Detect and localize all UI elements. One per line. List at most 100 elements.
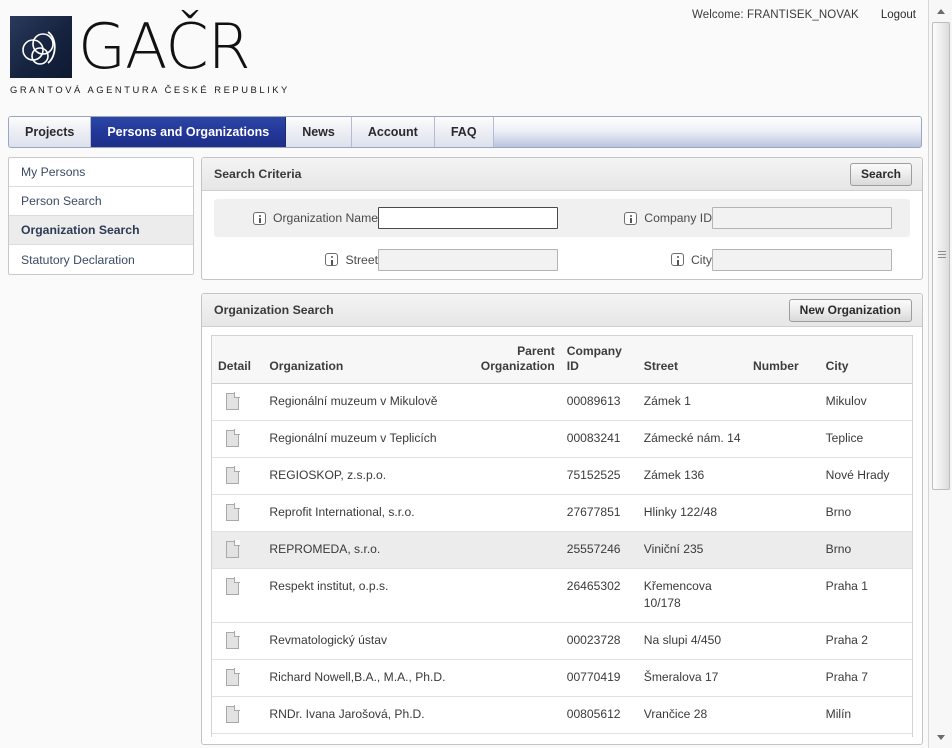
sidebar-item-organization-search[interactable]: Organization Search bbox=[9, 216, 193, 245]
cell-company-id: 00083241 bbox=[560, 420, 638, 458]
cell-organization: Regionální muzeum v Mikulově bbox=[263, 383, 466, 421]
page-root: Welcome: FRANTISEK_NOVAK Logout GAČR GRA… bbox=[0, 0, 952, 748]
info-icon[interactable] bbox=[671, 253, 684, 266]
city-input[interactable] bbox=[712, 248, 892, 271]
cell-company-id: 00805612 bbox=[560, 696, 638, 734]
table-row[interactable]: RNDr. Ivana Jarošová, Ph.D. 00805612 Vranč… bbox=[212, 696, 912, 734]
cell-street: Zámek 136 bbox=[637, 457, 748, 495]
table-header-row: Detail Organization Parent Organization … bbox=[212, 336, 912, 384]
cell-company-id: 00023728 bbox=[560, 622, 638, 660]
cell-city: Praha 7 bbox=[819, 659, 912, 697]
cell-city: Milín bbox=[819, 696, 912, 734]
cell-number bbox=[747, 568, 820, 623]
column-header-city[interactable]: City bbox=[819, 336, 912, 384]
street-label: Street bbox=[345, 252, 378, 267]
organization-name-input[interactable] bbox=[378, 207, 558, 229]
grip-icon bbox=[938, 251, 946, 261]
document-icon[interactable] bbox=[226, 429, 240, 447]
table-row[interactable]: Respekt institut, o.p.s. 26465302 Křemenco… bbox=[212, 568, 912, 623]
cell-detail bbox=[212, 622, 264, 660]
field-organization-name: Organization Name bbox=[216, 207, 558, 229]
organization-results-table: Detail Organization Parent Organization … bbox=[212, 336, 912, 734]
scrollbar-thumb[interactable] bbox=[932, 22, 950, 490]
cell-parent-organization bbox=[465, 696, 561, 734]
tab-news[interactable]: News bbox=[286, 117, 352, 147]
document-icon[interactable] bbox=[226, 668, 240, 686]
cell-organization: Respekt institut, o.p.s. bbox=[263, 568, 466, 623]
cell-company-id: 75152525 bbox=[560, 457, 638, 495]
table-header: Detail Organization Parent Organization … bbox=[212, 336, 912, 384]
document-icon[interactable] bbox=[226, 503, 240, 521]
company-id-label: Company ID bbox=[644, 211, 712, 225]
results-table-container: Detail Organization Parent Organization … bbox=[211, 335, 913, 737]
column-header-company-id[interactable]: Company ID bbox=[560, 336, 638, 384]
table-row[interactable]: Reprofit International, s.r.o. 27677851 Hl… bbox=[212, 494, 912, 532]
scroll-down-button[interactable] bbox=[931, 728, 951, 746]
table-row[interactable]: Regionální muzeum v Teplicích 00083241 Zám… bbox=[212, 420, 912, 458]
page-scrollbar[interactable] bbox=[928, 0, 952, 748]
document-icon[interactable] bbox=[226, 392, 240, 410]
table-row[interactable]: REPROMEDA, s.r.o. 25557246 Viniční 235 Brno bbox=[212, 531, 912, 569]
column-header-number[interactable]: Number bbox=[747, 336, 820, 384]
column-header-parent-organization[interactable]: Parent Organization bbox=[465, 336, 561, 384]
cell-parent-organization bbox=[465, 622, 561, 660]
cell-street: Vrančice 28 bbox=[637, 696, 748, 734]
column-header-organization[interactable]: Organization bbox=[263, 336, 466, 384]
brand-logo: GAČR GRANTOVÁ AGENTURA ČESKÉ REPUBLIKY bbox=[10, 16, 290, 95]
search-criteria-panel: Search Criteria Search Organization Name… bbox=[201, 157, 923, 280]
cell-organization: REPROMEDA, s.r.o. bbox=[263, 531, 466, 569]
tab-faq[interactable]: FAQ bbox=[434, 117, 494, 147]
cell-city: Mikulov bbox=[819, 383, 912, 421]
table-row[interactable]: Revmatologický ústav 00023728 Na slupi 4/4… bbox=[212, 622, 912, 660]
cell-street: Křemencova 10/178 bbox=[637, 568, 748, 623]
cell-street: Viniční 235 bbox=[637, 531, 748, 569]
cell-organization: Richard Nowell,B.A., M.A., Ph.D. bbox=[263, 659, 466, 697]
tab-projects[interactable]: Projects bbox=[9, 117, 92, 147]
cell-city: Teplice bbox=[819, 420, 912, 458]
logout-link[interactable]: Logout bbox=[881, 9, 916, 21]
organization-search-header: Organization Search New Organization bbox=[202, 294, 922, 327]
search-criteria-title: Search Criteria bbox=[214, 167, 302, 181]
city-label-wrap: City bbox=[572, 253, 712, 267]
cell-number bbox=[747, 383, 820, 421]
table-row[interactable]: Richard Nowell,B.A., M.A., Ph.D. 00770419… bbox=[212, 659, 912, 697]
tab-persons-and-organizations[interactable]: Persons and Organizations bbox=[91, 117, 287, 147]
scroll-up-button[interactable] bbox=[931, 2, 951, 20]
wordmark: GAČR bbox=[78, 10, 251, 83]
info-icon[interactable] bbox=[325, 253, 339, 266]
table-row[interactable]: Regionální muzeum v Mikulově 00089613 Záme… bbox=[212, 383, 912, 421]
sidebar-item-person-search[interactable]: Person Search bbox=[9, 187, 193, 216]
document-icon[interactable] bbox=[226, 577, 240, 595]
cell-street: Zámek 1 bbox=[637, 383, 748, 421]
company-id-input[interactable] bbox=[712, 207, 892, 229]
cell-detail bbox=[212, 659, 264, 697]
document-icon[interactable] bbox=[226, 466, 240, 484]
info-icon[interactable] bbox=[624, 211, 638, 225]
document-icon[interactable] bbox=[226, 705, 240, 723]
sidebar-item-my-persons[interactable]: My Persons bbox=[9, 158, 193, 187]
cell-parent-organization bbox=[465, 420, 561, 458]
column-header-detail[interactable]: Detail bbox=[212, 336, 264, 384]
company-id-label-wrap: Company ID bbox=[572, 211, 712, 225]
table-row[interactable]: REGIOSKOP, z.s.p.o. 75152525 Zámek 136 Nové… bbox=[212, 457, 912, 495]
column-header-street[interactable]: Street bbox=[637, 336, 748, 384]
street-input[interactable] bbox=[378, 248, 558, 271]
cell-city: Praha 1 bbox=[819, 568, 912, 623]
cell-street: Zámecké nám. 14 bbox=[637, 420, 748, 458]
cell-number bbox=[747, 696, 820, 734]
cell-city: Praha 2 bbox=[819, 622, 912, 660]
cell-company-id: 25557246 bbox=[560, 531, 638, 569]
cell-detail bbox=[212, 494, 264, 532]
info-icon[interactable] bbox=[253, 211, 266, 225]
search-button[interactable]: Search bbox=[849, 162, 912, 186]
tab-account[interactable]: Account bbox=[351, 117, 435, 147]
cell-parent-organization bbox=[465, 494, 561, 532]
sidebar-item-statutory-declaration[interactable]: Statutory Declaration bbox=[9, 245, 193, 274]
document-icon[interactable] bbox=[226, 631, 240, 649]
cell-number bbox=[747, 457, 820, 495]
new-organization-button[interactable]: New Organization bbox=[788, 298, 912, 322]
document-icon[interactable] bbox=[226, 540, 240, 558]
criteria-row-2: Street City bbox=[214, 241, 910, 278]
organization-name-label: Organization Name bbox=[273, 211, 378, 225]
cell-organization: Revmatologický ústav bbox=[263, 622, 466, 660]
